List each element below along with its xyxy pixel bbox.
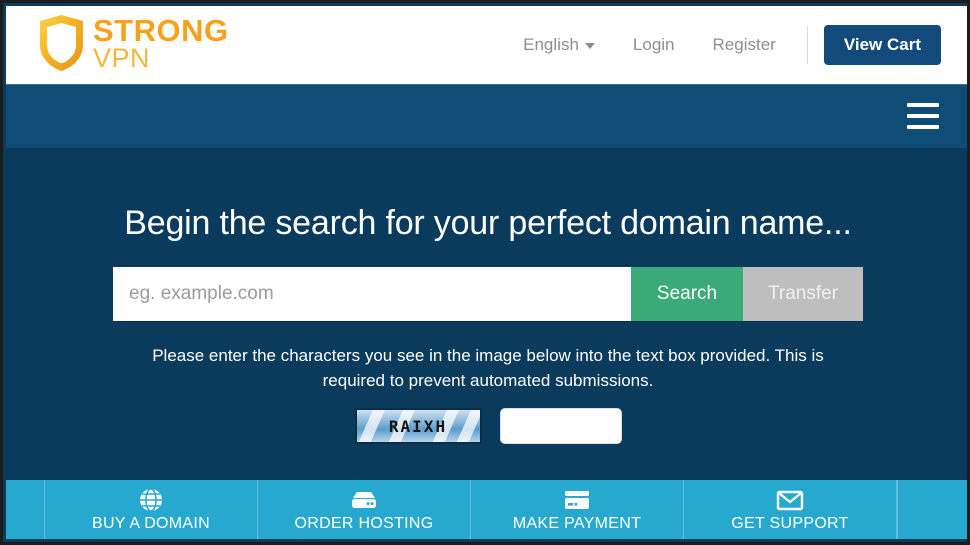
- transfer-button[interactable]: Transfer: [743, 267, 863, 321]
- hero-section: Begin the search for your perfect domain…: [6, 148, 967, 486]
- hamburger-bar-2: [907, 114, 939, 118]
- hamburger-bar-3: [907, 125, 939, 129]
- captcha-instructions: Please enter the characters you see in t…: [152, 346, 824, 390]
- site-header: STRONG VPN English Login Register View C…: [6, 6, 967, 84]
- captcha-input[interactable]: [499, 408, 622, 445]
- view-cart-button[interactable]: View Cart: [823, 25, 941, 65]
- action-buy-a-domain[interactable]: BUY A DOMAIN: [45, 480, 258, 539]
- register-link[interactable]: Register: [694, 35, 795, 55]
- captcha-stripe-1: [356, 410, 388, 443]
- action-label: ORDER HOSTING: [294, 515, 434, 532]
- shield-icon: [39, 14, 84, 72]
- captcha-row: RAIXH: [6, 408, 967, 445]
- action-label: BUY A DOMAIN: [91, 515, 210, 532]
- language-selector[interactable]: English: [504, 35, 614, 55]
- domain-search-row: Search Transfer: [113, 267, 863, 321]
- action-bar-left-spacer: [6, 480, 45, 539]
- action-label: GET SUPPORT: [731, 515, 849, 532]
- action-make-payment[interactable]: MAKE PAYMENT: [471, 480, 684, 539]
- language-label: English: [523, 35, 579, 54]
- logo-primary-text: STRONG: [93, 13, 229, 49]
- quick-action-bar: BUY A DOMAIN ORDER HOSTING MAKE PAYMENT …: [6, 480, 967, 539]
- header-divider: [806, 26, 808, 64]
- logo-secondary-text: VPN: [93, 42, 151, 73]
- login-link[interactable]: Login: [614, 35, 694, 55]
- page-title: Begin the search for your perfect domain…: [124, 204, 852, 242]
- action-order-hosting[interactable]: ORDER HOSTING: [258, 480, 471, 539]
- header-nav: English Login Register View Cart: [504, 6, 941, 84]
- globe-icon: [138, 488, 164, 512]
- action-label: MAKE PAYMENT: [512, 515, 642, 532]
- action-get-support[interactable]: GET SUPPORT: [684, 480, 897, 539]
- captcha-challenge-text: RAIXH: [388, 416, 448, 436]
- main-navbar: [6, 84, 967, 149]
- page-root: STRONG VPN English Login Register View C…: [0, 0, 970, 545]
- server-icon: [349, 488, 379, 512]
- site-logo[interactable]: STRONG VPN: [39, 14, 229, 72]
- logo-wordmark: STRONG VPN: [93, 15, 229, 71]
- captcha-image: RAIXH: [354, 408, 482, 445]
- action-bar-right-spacer: [897, 480, 967, 539]
- envelope-icon: [776, 488, 804, 512]
- credit-card-icon: [562, 488, 592, 512]
- hamburger-menu-icon[interactable]: [907, 103, 939, 129]
- chevron-down-icon: [584, 42, 595, 49]
- domain-search-input[interactable]: [113, 267, 631, 321]
- search-button[interactable]: Search: [631, 267, 743, 321]
- hamburger-bar-1: [907, 103, 939, 107]
